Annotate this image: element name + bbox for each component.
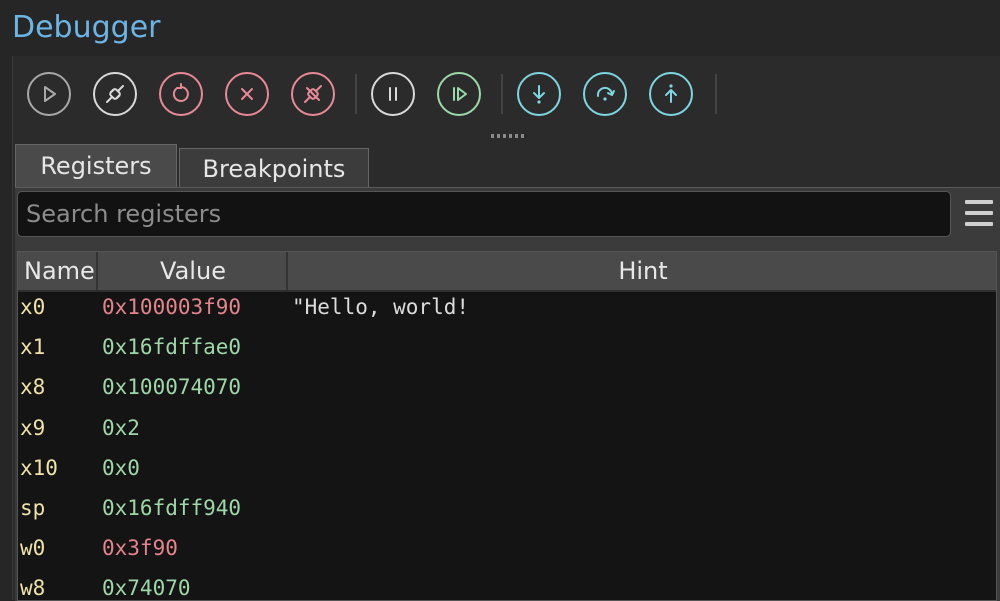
- registers-table: Name Value Hint x0 0x100003f90 "Hello, wor…: [17, 251, 997, 601]
- register-value: 0x0: [102, 455, 140, 480]
- restart-button[interactable]: [159, 72, 203, 116]
- table-row[interactable]: x10 0x0: [18, 453, 996, 493]
- register-value: 0x2: [102, 415, 140, 440]
- register-name: x8: [20, 375, 46, 400]
- resize-grip[interactable]: [491, 134, 527, 138]
- column-header-value[interactable]: Value: [100, 252, 288, 290]
- step-into-button[interactable]: [517, 72, 561, 116]
- stop-button[interactable]: [225, 72, 269, 116]
- register-name: sp: [20, 496, 46, 520]
- restart-icon: [172, 83, 189, 102]
- hamburger-menu-icon[interactable]: [965, 200, 993, 226]
- register-name: x0: [20, 295, 46, 319]
- table-header: Name Value Hint: [18, 252, 996, 292]
- step-over-icon: [596, 86, 615, 101]
- search-input[interactable]: Search registers: [17, 191, 951, 237]
- register-value: 0x100003f90: [102, 295, 242, 319]
- run-button[interactable]: [27, 72, 71, 116]
- register-value: 0x74070: [102, 576, 191, 601]
- step-over-button[interactable]: [583, 72, 627, 116]
- step-into-icon: [533, 85, 545, 104]
- column-header-hint[interactable]: Hint: [290, 252, 996, 290]
- step-resume-icon: [453, 87, 467, 101]
- step-out-button[interactable]: [649, 72, 693, 116]
- window-title: Debugger: [12, 10, 161, 45]
- register-value: 0x16fdff940: [102, 496, 242, 520]
- debugger-panel: Registers Breakpoints Search registers N…: [12, 56, 1000, 601]
- register-hint: "Hello, world!: [292, 295, 470, 319]
- tab-registers[interactable]: Registers: [15, 144, 177, 188]
- table-row[interactable]: x0 0x100003f90 "Hello, world!: [18, 292, 996, 332]
- column-header-name[interactable]: Name: [18, 252, 98, 290]
- register-value: 0x16fdffae0: [102, 335, 242, 360]
- register-name: x10: [20, 455, 58, 480]
- attach-button[interactable]: [93, 72, 137, 116]
- play-icon: [44, 86, 56, 102]
- close-icon: [241, 88, 253, 100]
- table-row[interactable]: sp 0x16fdff940: [18, 493, 996, 533]
- table-row[interactable]: x1 0x16fdffae0: [18, 332, 996, 372]
- table-row[interactable]: x8 0x100074070: [18, 372, 996, 412]
- unplug-icon: [304, 85, 322, 103]
- toolbar-separator: [715, 74, 717, 114]
- tab-breakpoints[interactable]: Breakpoints: [179, 148, 369, 188]
- register-value: 0x100074070: [102, 375, 242, 400]
- toolbar-separator: [355, 74, 357, 114]
- toolbar-separator: [501, 74, 503, 114]
- table-row[interactable]: x9 0x2: [18, 413, 996, 453]
- register-name: w0: [20, 536, 46, 561]
- table-row[interactable]: w8 0x74070: [18, 573, 996, 601]
- table-row[interactable]: w0 0x3f90: [18, 533, 996, 573]
- detach-button[interactable]: [291, 72, 335, 116]
- register-name: x1: [20, 335, 46, 360]
- pause-button[interactable]: [371, 72, 415, 116]
- registers-tab-panel: Search registers Name Value Hint x0 0x100…: [15, 187, 1000, 601]
- resume-button[interactable]: [437, 72, 481, 116]
- register-value: 0x3f90: [102, 536, 178, 561]
- plug-icon: [106, 85, 124, 103]
- pause-icon: [389, 87, 397, 101]
- register-name: w8: [20, 576, 46, 601]
- step-out-icon: [665, 84, 677, 103]
- register-name: x9: [20, 415, 46, 440]
